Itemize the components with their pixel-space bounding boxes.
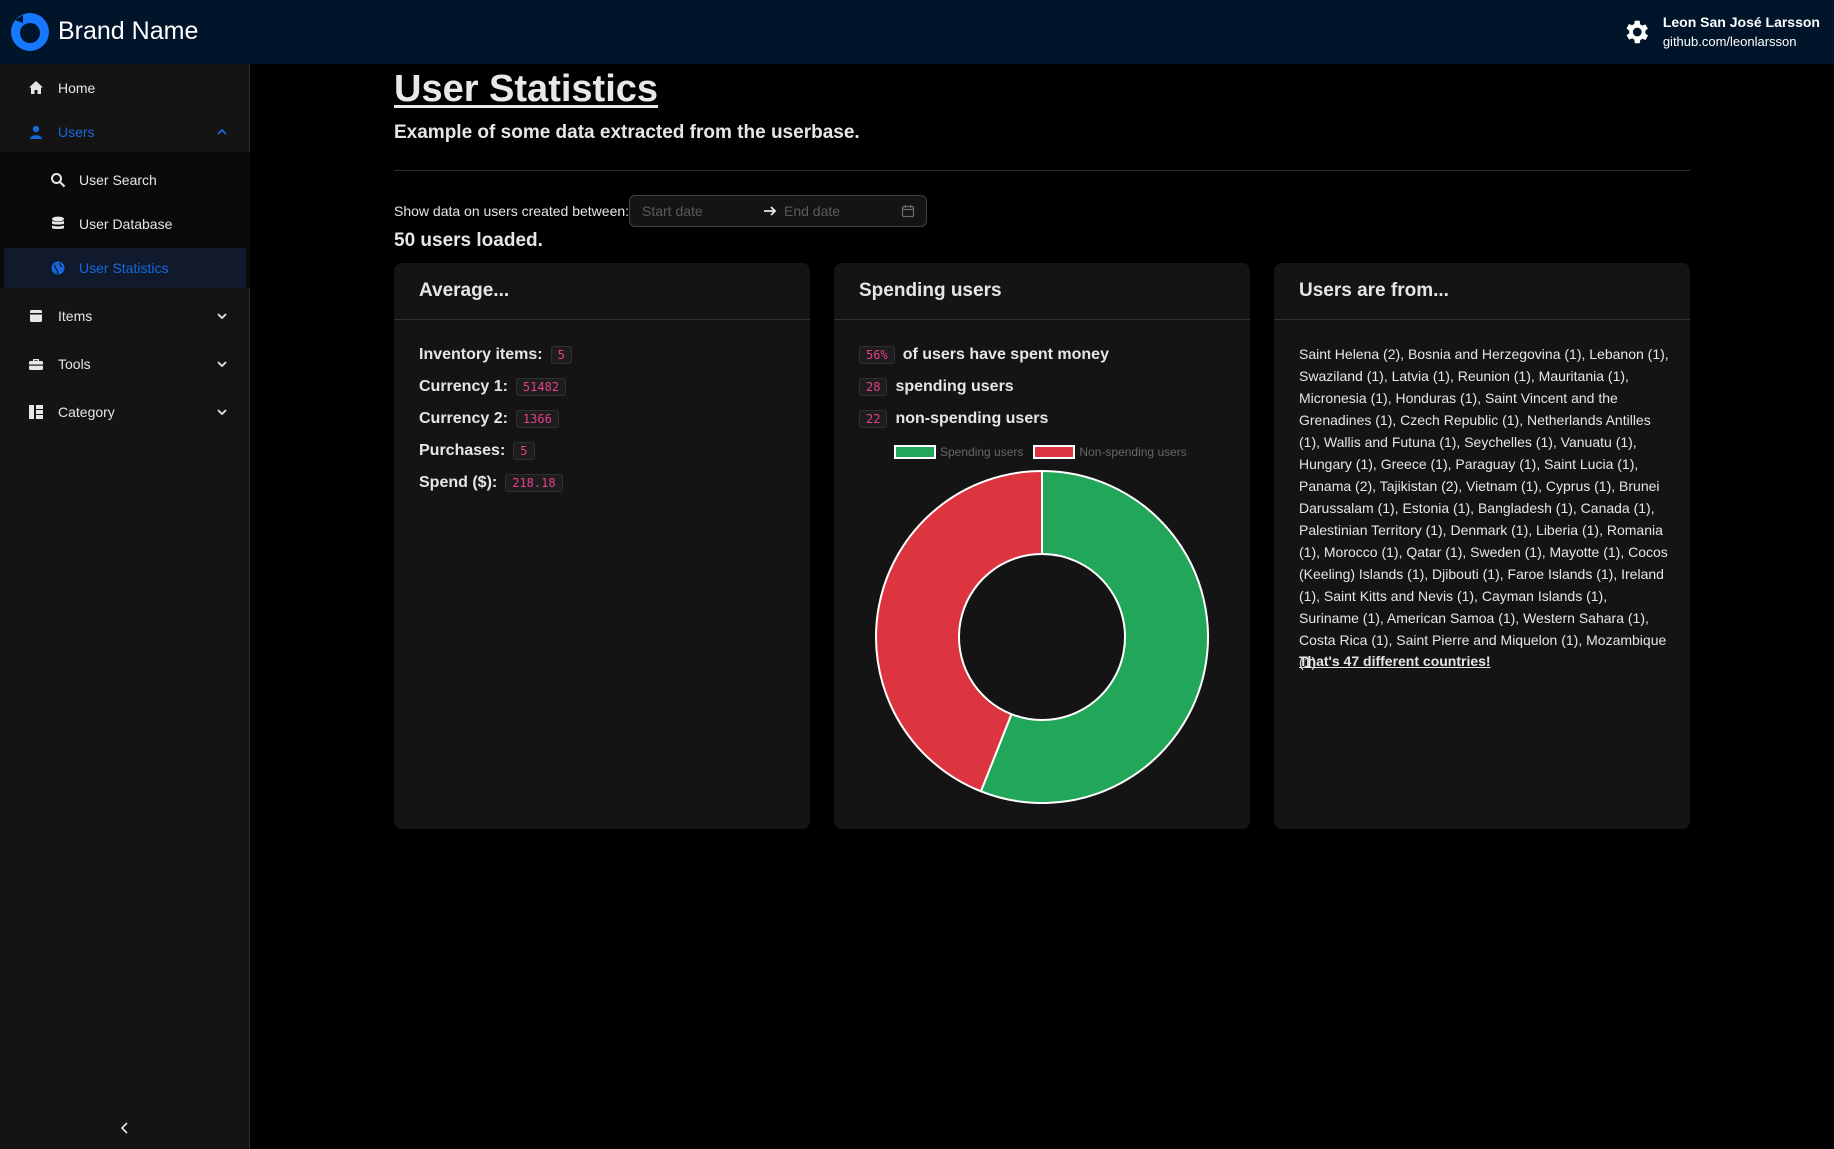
circle-logo-icon[interactable] xyxy=(9,11,51,53)
sidebar-item-items[interactable]: Items xyxy=(0,296,250,336)
sidebar: Home Users User Search User Database Use… xyxy=(0,64,250,1149)
average-card: Average... Inventory items: 5 Currency 1… xyxy=(394,263,810,829)
stat-label: Currency 2: xyxy=(419,410,508,427)
average-row: Purchases: 5 xyxy=(419,442,535,460)
toolbox-icon xyxy=(27,355,45,373)
date-filter-label: Show data on users created between: xyxy=(394,203,630,219)
legend-label-non-spending[interactable]: Non-spending users xyxy=(1079,445,1186,459)
start-date-input[interactable]: Start date xyxy=(642,203,703,219)
chart-legend: Spending users Non-spending users xyxy=(894,445,1187,459)
card-title: Average... xyxy=(394,263,810,320)
search-icon xyxy=(49,171,67,189)
card-title: Spending users xyxy=(834,263,1250,320)
database-icon xyxy=(49,215,67,233)
home-icon xyxy=(27,79,45,97)
spending-users-card: Spending users 56% of users have spent m… xyxy=(834,263,1250,829)
average-row: Spend ($): 218.18 xyxy=(419,474,563,492)
stat-value: 51482 xyxy=(515,378,567,396)
legend-label-spending[interactable]: Spending users xyxy=(940,445,1023,459)
category-icon xyxy=(27,403,45,421)
stat-value: 1366 xyxy=(515,410,559,428)
chevron-down-icon xyxy=(217,313,227,320)
stat-value: 22 xyxy=(859,410,888,428)
sidebar-item-user-statistics[interactable]: User Statistics xyxy=(4,248,246,288)
average-row: Currency 2: 1366 xyxy=(419,410,559,428)
chevron-down-icon xyxy=(217,409,227,416)
sidebar-item-user-search[interactable]: User Search xyxy=(0,160,250,200)
user-profile[interactable]: Leon San José Larsson github.com/leonlar… xyxy=(1621,13,1820,51)
globe-icon xyxy=(49,259,67,277)
brand-name[interactable]: Brand Name xyxy=(58,17,198,46)
countries-card: Users are from... Saint Helena (2), Bosn… xyxy=(1274,263,1690,829)
sidebar-item-label: User Search xyxy=(79,172,157,188)
legend-swatch-spending[interactable] xyxy=(894,445,936,459)
end-date-input[interactable]: End date xyxy=(784,203,840,219)
stat-label: Inventory items: xyxy=(419,346,543,363)
user-github-link[interactable]: github.com/leonlarsson xyxy=(1663,32,1820,51)
countries-list: Saint Helena (2), Bosnia and Herzegovina… xyxy=(1299,346,1669,670)
spending-row: 28 spending users xyxy=(859,378,1014,396)
sidebar-item-label: User Statistics xyxy=(79,260,169,276)
top-header: Brand Name Leon San José Larsson github.… xyxy=(0,0,1834,64)
sidebar-item-home[interactable]: Home xyxy=(0,68,250,108)
users-loaded-text: 50 users loaded. xyxy=(394,230,543,251)
stat-label: Purchases: xyxy=(419,442,506,459)
stat-value: 5 xyxy=(513,442,535,460)
arrow-right-icon xyxy=(764,206,777,216)
sidebar-item-label: Users xyxy=(58,124,95,140)
sidebar-item-label: Tools xyxy=(58,356,91,372)
stat-label: Spend ($): xyxy=(419,474,498,491)
countries-total: That's 47 different countries! xyxy=(1299,653,1491,669)
user-icon xyxy=(27,123,45,141)
chevron-up-icon xyxy=(217,128,227,135)
collapse-sidebar-icon[interactable] xyxy=(118,1121,132,1135)
stat-value: 56% xyxy=(859,346,895,364)
spending-row: 22 non-spending users xyxy=(859,410,1048,428)
stat-label: spending users xyxy=(895,378,1014,395)
user-name: Leon San José Larsson xyxy=(1662,14,1820,30)
stat-value: 218.18 xyxy=(505,474,563,492)
box-icon xyxy=(27,307,45,325)
gear-icon[interactable] xyxy=(1621,17,1651,47)
sidebar-item-tools[interactable]: Tools xyxy=(0,344,250,384)
average-row: Inventory items: 5 xyxy=(419,346,572,364)
stat-label: Currency 1: xyxy=(419,378,508,395)
page-subtitle: Example of some data extracted from the … xyxy=(394,122,860,143)
spending-donut-chart xyxy=(875,469,1209,804)
legend-swatch-non-spending[interactable] xyxy=(1033,445,1076,459)
sidebar-item-users[interactable]: Users xyxy=(0,112,250,152)
spending-row: 56% of users have spent money xyxy=(859,346,1109,364)
stat-label: non-spending users xyxy=(895,410,1049,427)
stat-value: 5 xyxy=(550,346,572,364)
sidebar-item-label: Category xyxy=(58,404,115,420)
sidebar-item-user-database[interactable]: User Database xyxy=(0,204,250,244)
average-row: Currency 1: 51482 xyxy=(419,378,567,396)
date-range-picker[interactable]: Start date End date xyxy=(629,195,927,227)
chevron-down-icon xyxy=(217,361,227,368)
sidebar-item-category[interactable]: Category xyxy=(0,392,250,432)
divider xyxy=(394,170,1690,171)
calendar-icon xyxy=(901,205,915,218)
sidebar-item-label: Items xyxy=(58,308,93,324)
card-title: Users are from... xyxy=(1274,263,1690,320)
sidebar-item-label: Home xyxy=(58,80,96,96)
page-title: User Statistics xyxy=(394,68,659,110)
stat-label: of users have spent money xyxy=(902,346,1109,363)
stat-value: 28 xyxy=(859,378,888,396)
sidebar-item-label: User Database xyxy=(79,216,173,232)
